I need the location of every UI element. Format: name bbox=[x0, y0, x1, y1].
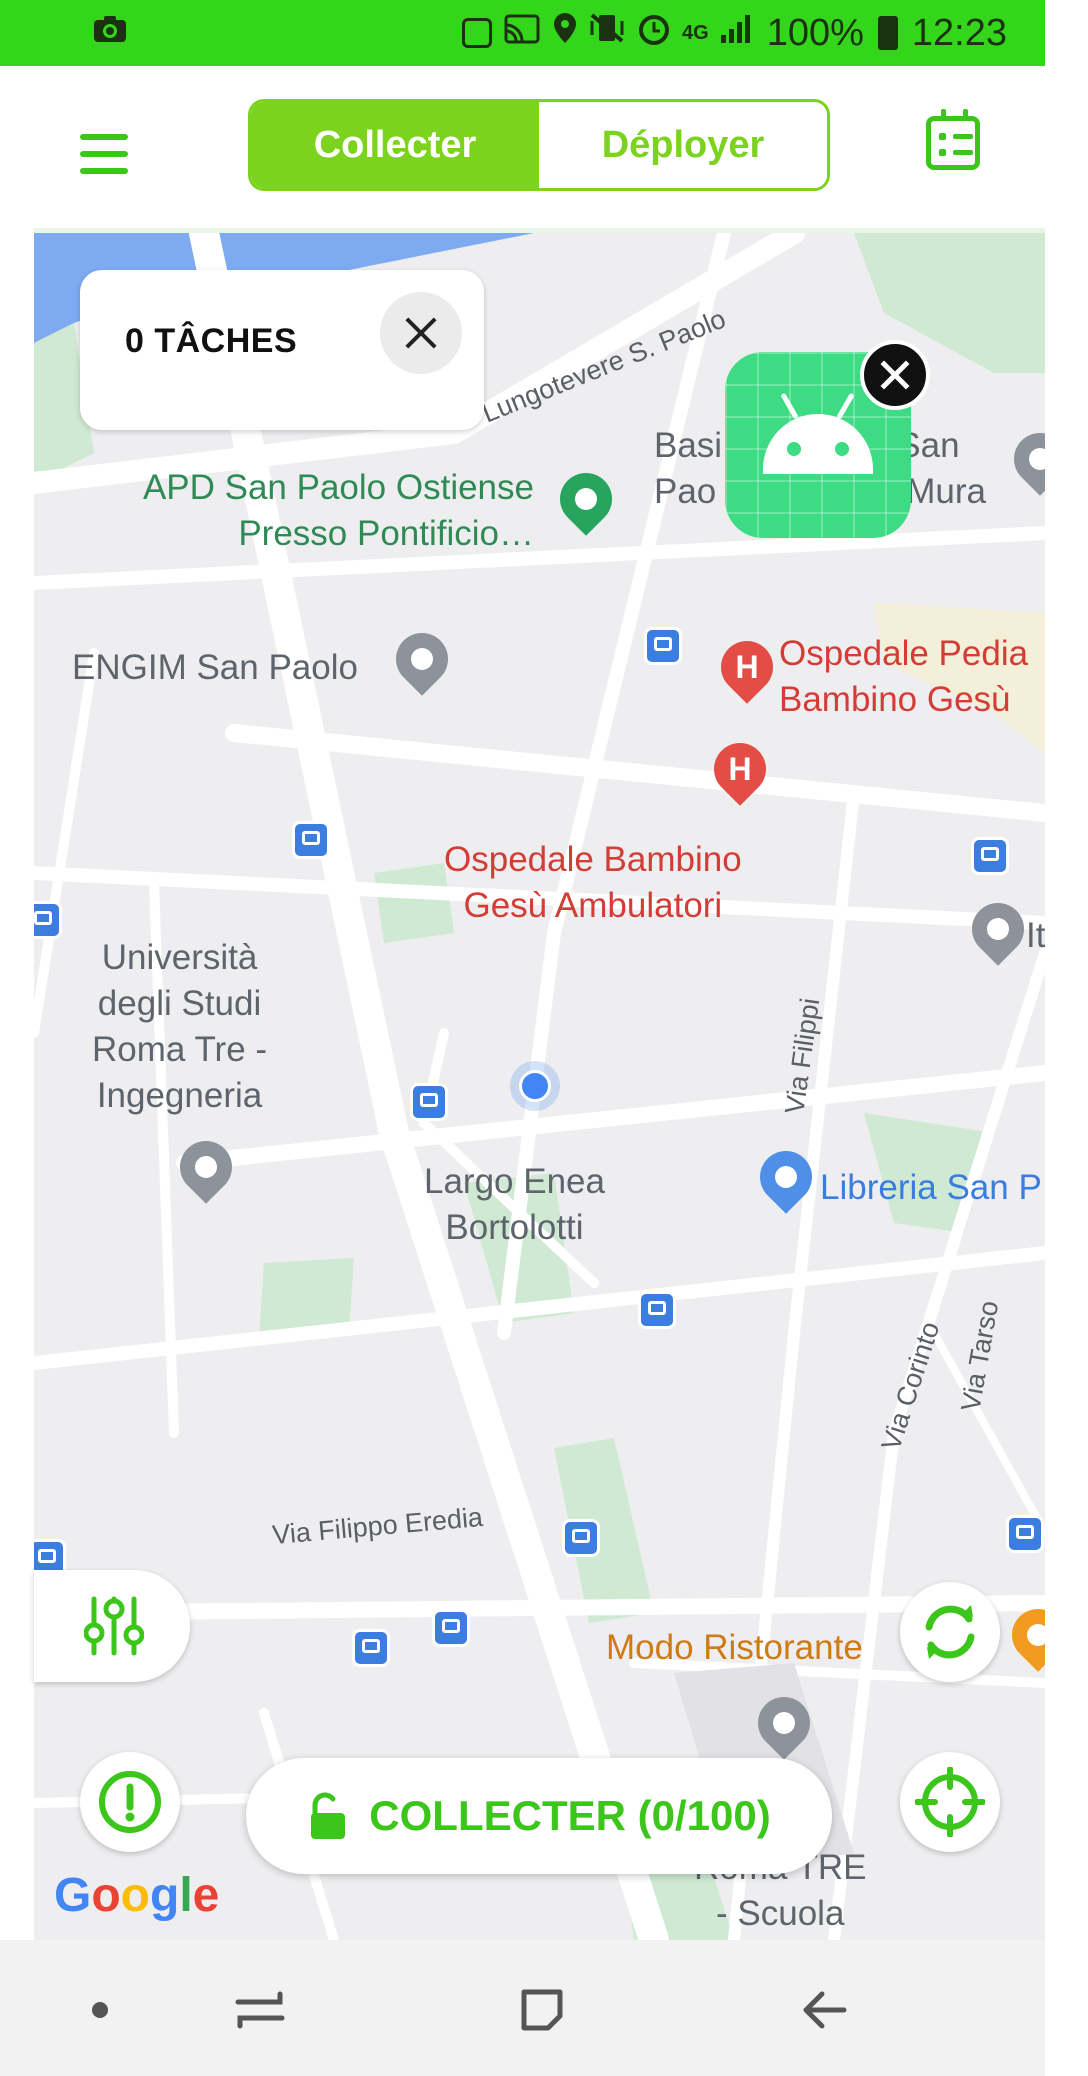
tab-collecter[interactable]: Collecter bbox=[251, 102, 539, 188]
app-header: Collecter Déployer bbox=[34, 66, 1045, 236]
current-location-icon bbox=[510, 1061, 560, 1111]
tab-deployer[interactable]: Déployer bbox=[539, 102, 827, 188]
home-icon[interactable] bbox=[512, 1980, 572, 2040]
place-label-basilica-line2b: Mura bbox=[906, 472, 987, 511]
calendar-list-icon[interactable] bbox=[926, 109, 980, 170]
app-screen: 4G 100% 12:23 Collecter Déployer Lungote… bbox=[0, 0, 1088, 2076]
tasks-count: 0 TÂCHES bbox=[125, 322, 298, 360]
clock: 12:23 bbox=[911, 11, 1007, 54]
place-label-ospedale-amb-line2: Gesù Ambulatori bbox=[463, 886, 723, 925]
bus-stop-icon[interactable] bbox=[410, 1083, 448, 1121]
place-label-ospedale-pedia-line2: Bambino Gesù bbox=[779, 680, 1011, 719]
place-label-largo-line1: Largo Enea bbox=[424, 1162, 605, 1201]
bus-stop-icon[interactable] bbox=[562, 1519, 600, 1557]
filter-button[interactable] bbox=[34, 1570, 190, 1682]
place-label-ospedale-amb-line1: Ospedale Bambino bbox=[444, 840, 742, 879]
sliders-icon bbox=[84, 1596, 144, 1656]
crosshair-icon bbox=[915, 1767, 985, 1837]
refresh-icon bbox=[925, 1605, 975, 1659]
nav-dot-icon[interactable] bbox=[70, 1980, 130, 2040]
report-button[interactable] bbox=[80, 1752, 180, 1852]
system-nav-bar bbox=[0, 1940, 1045, 2076]
place-label-basilica-line2: Pao bbox=[654, 472, 717, 511]
signal-network-label: 4G bbox=[682, 21, 709, 44]
mode-switch: Collecter Déployer bbox=[248, 99, 830, 191]
bus-stop-icon[interactable] bbox=[971, 837, 1009, 875]
refresh-button[interactable] bbox=[900, 1582, 1000, 1682]
bus-stop-icon[interactable] bbox=[638, 1291, 676, 1329]
place-label-apd: APD San Paolo Ostiense Presso Pontificio… bbox=[114, 465, 534, 557]
place-label-apd-line2: Presso Pontificio… bbox=[238, 514, 534, 553]
hospital-pin-icon[interactable]: H bbox=[703, 732, 777, 806]
collect-button-label: COLLECTER (0/100) bbox=[369, 1792, 771, 1839]
place-label-largo-line2: Bortolotti bbox=[445, 1208, 584, 1247]
bus-stop-icon[interactable] bbox=[644, 627, 682, 665]
place-label-universita-line4: Ingegneria bbox=[96, 1076, 263, 1115]
place-label-libreria: Libreria San P bbox=[820, 1168, 1042, 1207]
place-label-ospedale-pedia: Ospedale Pedia Bambino Gesù bbox=[779, 631, 1028, 723]
collect-button[interactable]: COLLECTER (0/100) bbox=[246, 1758, 832, 1874]
right-bezel bbox=[1045, 0, 1088, 2076]
unlock-icon bbox=[311, 1792, 346, 1839]
status-bar: 4G 100% 12:23 bbox=[0, 0, 1045, 66]
cast-icon bbox=[502, 12, 542, 55]
close-overlay-button[interactable] bbox=[860, 340, 930, 410]
back-icon[interactable] bbox=[796, 1980, 856, 2040]
place-label-largo: Largo Enea Bortolotti bbox=[424, 1159, 605, 1251]
menu-icon[interactable] bbox=[80, 134, 128, 178]
place-label-universita-line1: Università bbox=[101, 938, 258, 977]
place-label-apd-line1: APD San Paolo Ostiense bbox=[142, 468, 534, 507]
location-icon bbox=[552, 11, 578, 55]
battery-icon bbox=[877, 16, 898, 50]
hospital-pin-icon[interactable]: H bbox=[710, 630, 784, 704]
place-label-basilica-line1: Basi bbox=[654, 426, 723, 465]
screenshot-icon bbox=[92, 14, 128, 52]
tasks-card: 0 TÂCHES bbox=[80, 270, 484, 430]
locate-button[interactable] bbox=[900, 1752, 1000, 1852]
vibrate-mute-icon bbox=[588, 11, 626, 55]
bus-stop-icon[interactable] bbox=[34, 901, 62, 939]
place-label-ospedale-amb: Ospedale Bambino Gesù Ambulatori bbox=[444, 837, 742, 929]
alarm-icon bbox=[636, 10, 672, 56]
place-label-universita-line3: Roma Tre - bbox=[92, 1030, 268, 1069]
place-label-universita: Università degli Studi Roma Tre - Ingegn… bbox=[92, 935, 267, 1119]
battery-percent: 100% bbox=[766, 11, 864, 54]
place-label-universita-line2: degli Studi bbox=[97, 984, 262, 1023]
bus-stop-icon[interactable] bbox=[432, 1609, 470, 1647]
place-label-ospedale-pedia-line1: Ospedale Pedia bbox=[779, 634, 1029, 673]
bus-stop-icon[interactable] bbox=[292, 821, 330, 859]
signal-icon bbox=[719, 12, 753, 55]
alert-icon bbox=[99, 1771, 161, 1833]
recent-apps-icon[interactable] bbox=[230, 1980, 290, 2040]
google-logo: Google bbox=[54, 1869, 220, 1922]
place-label-roma-tre-line3: - Scuola bbox=[716, 1894, 845, 1933]
place-label-engim: ENGIM San Paolo bbox=[72, 648, 358, 687]
place-label-edge-it: It bbox=[1026, 916, 1045, 955]
bus-stop-icon[interactable] bbox=[352, 1629, 390, 1667]
close-tasks-button[interactable] bbox=[380, 292, 462, 374]
battery-saver-icon bbox=[462, 18, 493, 48]
bus-stop-icon[interactable] bbox=[1006, 1515, 1044, 1553]
place-label-modo: Modo Ristorante bbox=[606, 1628, 863, 1667]
